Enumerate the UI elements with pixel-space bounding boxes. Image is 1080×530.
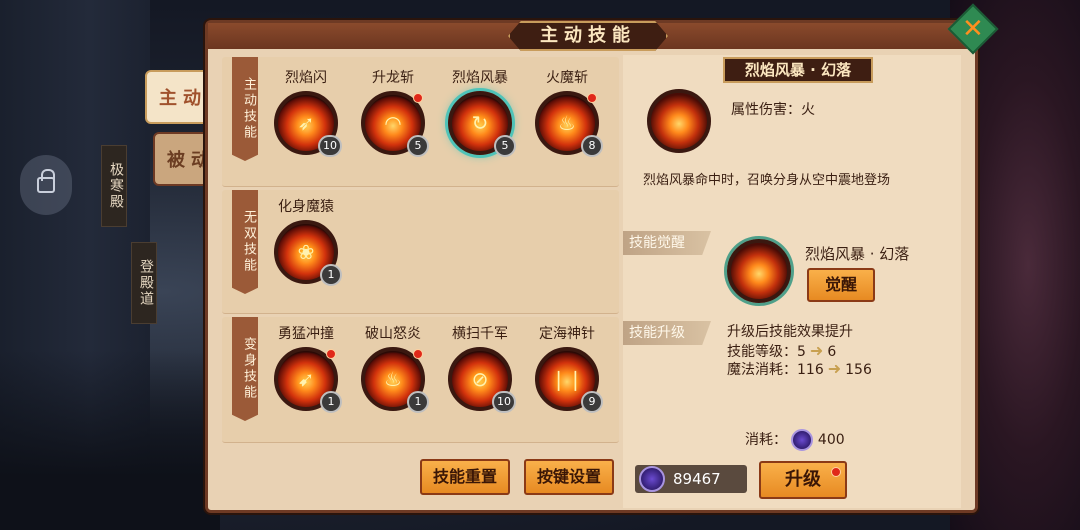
upgrade-effect: 升级后技能效果提升	[727, 324, 853, 340]
flame-icon: ⊘	[471, 367, 489, 391]
skill-description: 烈焰风暴命中时，召唤分身从空中震地登场	[643, 173, 891, 188]
level-row: 技能等级：5 ➜ 6	[727, 341, 836, 361]
flame-icon: ↻	[471, 111, 489, 135]
section-ribbon: 主动技能	[232, 57, 258, 161]
skill-slot[interactable]: 横扫千军 ⊘ 10	[441, 323, 519, 413]
skill-name: 烈焰风暴	[452, 70, 508, 86]
flame-icon: ❀	[297, 240, 315, 264]
skill-slot[interactable]: 破山怒炎 ♨ 1	[354, 323, 432, 413]
flame-icon: ◠	[384, 111, 402, 135]
background-mountain	[0, 350, 220, 530]
skill-level-badge: 1	[407, 391, 429, 413]
flame-icon: ♨	[384, 367, 402, 391]
level-label: 技能等级：	[727, 344, 797, 360]
fire-storm-detail-icon	[647, 89, 711, 153]
skill-level-badge: 5	[407, 135, 429, 157]
level-to: 6	[827, 344, 837, 360]
skill-level-badge: 10	[492, 391, 516, 413]
side-nav-label: 登殿道	[138, 259, 154, 307]
mana-to: 156	[845, 362, 872, 378]
notification-dot	[831, 467, 841, 477]
skill-level-badge: 10	[318, 135, 342, 157]
flame-icon: ➹	[297, 367, 315, 391]
mana-row: 魔法消耗：116 ➜ 156	[727, 359, 872, 379]
side-nav-dengdiandao[interactable]: 登殿道	[131, 242, 157, 324]
cost-value: 400	[817, 432, 845, 448]
lock-button[interactable]	[20, 155, 72, 215]
lock-icon	[37, 169, 55, 193]
tab-label: 主动	[159, 88, 207, 109]
awaken-skill-icon	[727, 239, 791, 303]
awaken-button[interactable]: 觉醒	[807, 268, 875, 302]
skill-attribute: 属性伤害：火	[731, 102, 815, 118]
skill-detail-panel: 烈焰风暴 · 幻落 属性伤害：火 烈焰风暴命中时，召唤分身从空中震地登场 技能觉…	[623, 55, 961, 508]
skill-detail-title: 烈焰风暴 · 幻落	[723, 57, 873, 83]
awaken-skill-name: 烈焰风暴 · 幻落	[805, 245, 910, 263]
arrow-right-icon: ➜	[809, 341, 824, 360]
demon-ape-icon[interactable]: ❀ 1	[274, 220, 342, 286]
upgrade-header: 技能升级	[623, 321, 711, 345]
skill-slot[interactable]: 火魔斩 ♨ 8	[528, 67, 606, 157]
flame-icon: ❘❘	[550, 367, 584, 391]
currency-balance: 89467	[635, 465, 747, 493]
fire-storm-icon[interactable]: ↻ 5	[448, 91, 516, 157]
skill-name: 破山怒炎	[365, 326, 421, 342]
mana-label: 魔法消耗：	[727, 362, 797, 378]
keybind-settings-button[interactable]: 按键设置	[524, 459, 614, 495]
skill-name: 横扫千军	[452, 326, 508, 342]
skill-level-badge: 9	[581, 391, 603, 413]
notification-dot	[413, 93, 423, 103]
skill-slot[interactable]: 勇猛冲撞 ➹ 1	[267, 323, 345, 413]
skill-name: 化身魔猿	[278, 199, 334, 215]
skill-level-badge: 1	[320, 264, 342, 286]
mountain-blaze-icon[interactable]: ♨ 1	[361, 347, 429, 413]
side-nav-label: 极寒殿	[108, 162, 124, 210]
section-transform-skills: 变身技能 勇猛冲撞 ➹ 1 破山怒炎 ♨ 1 横扫千军 ⊘ 10 定海神针 ❘❘ 9	[222, 317, 619, 443]
skill-level-badge: 5	[494, 135, 516, 157]
skill-slot[interactable]: 定海神针 ❘❘ 9	[528, 323, 606, 413]
fire-demon-slash-icon[interactable]: ♨ 8	[535, 91, 603, 157]
skills-panel: 主动技能 ✕ 主动技能 烈焰闪 ➶ 10 升龙斩 ◠ 5 烈焰风暴 ↻ 5 火魔斩 ♨…	[205, 3, 999, 513]
notification-dot	[413, 349, 423, 359]
section-ribbon: 无双技能	[232, 190, 258, 294]
skill-name: 升龙斩	[372, 70, 414, 86]
spirit-coin-icon	[639, 466, 665, 492]
section-active-skills: 主动技能 烈焰闪 ➶ 10 升龙斩 ◠ 5 烈焰风暴 ↻ 5 火魔斩 ♨ 8	[222, 57, 619, 187]
currency-value: 89467	[673, 470, 721, 488]
rising-slash-icon[interactable]: ◠ 5	[361, 91, 429, 157]
skill-slot[interactable]: 烈焰闪 ➶ 10	[267, 67, 345, 157]
skill-name: 定海神针	[539, 326, 595, 342]
reset-skills-button[interactable]: 技能重置	[420, 459, 510, 495]
skill-slot[interactable]: 烈焰风暴 ↻ 5	[441, 67, 519, 157]
golden-staff-icon[interactable]: ❘❘ 9	[535, 347, 603, 413]
section-ultimate-skills: 无双技能 化身魔猿 ❀ 1	[222, 190, 619, 314]
charge-icon[interactable]: ➹ 1	[274, 347, 342, 413]
section-ribbon: 变身技能	[232, 317, 258, 421]
skill-name: 烈焰闪	[285, 70, 327, 86]
skill-slot[interactable]: 化身魔猿 ❀ 1	[267, 196, 345, 286]
fire-dash-icon[interactable]: ➶ 10	[274, 91, 342, 157]
upgrade-button[interactable]: 升级	[759, 461, 847, 499]
skill-level-badge: 1	[320, 391, 342, 413]
mana-from: 116	[797, 362, 824, 378]
spirit-coin-icon	[791, 429, 814, 451]
level-from: 5	[797, 344, 806, 360]
awaken-header: 技能觉醒	[623, 231, 711, 255]
skill-level-badge: 8	[581, 135, 603, 157]
side-nav-jihandian[interactable]: 极寒殿	[101, 145, 127, 227]
skill-name: 火魔斩	[546, 70, 588, 86]
notification-dot	[326, 349, 336, 359]
panel-title: 主动技能	[508, 21, 668, 51]
flame-icon: ➶	[297, 111, 315, 135]
sweep-icon[interactable]: ⊘ 10	[448, 347, 516, 413]
skill-slot[interactable]: 升龙斩 ◠ 5	[354, 67, 432, 157]
upgrade-label: 升级	[785, 469, 821, 490]
close-icon: ✕	[962, 13, 984, 44]
cost-label: 消耗：	[745, 432, 787, 448]
skill-name: 勇猛冲撞	[278, 326, 334, 342]
cost-row: 消耗： 400	[745, 429, 845, 451]
arrow-right-icon: ➜	[827, 359, 842, 378]
notification-dot	[587, 93, 597, 103]
flame-icon: ♨	[558, 111, 576, 135]
